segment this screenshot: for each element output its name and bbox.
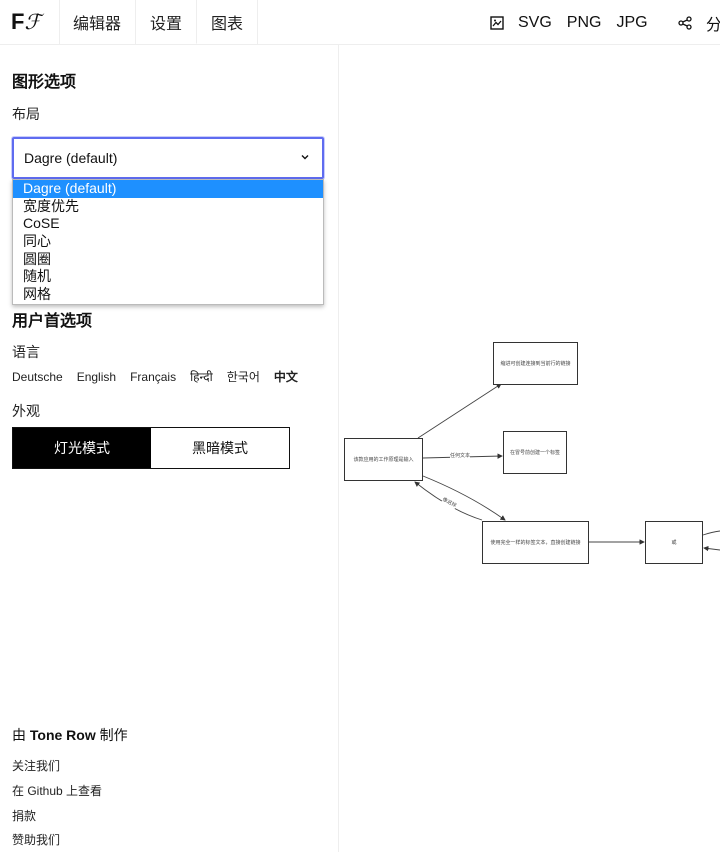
tab-settings-label: 设置 [150,15,183,33]
layout-option-random[interactable]: 随机 [13,268,323,286]
language-label: 语言 [12,344,40,360]
layout-select-value: Dagre (default) [24,150,118,166]
graph-node[interactable]: 该款应用的工作原理是输入 [344,438,423,481]
layout-option-breadthfirst[interactable]: 宽度优先 [13,198,323,216]
graph-canvas[interactable]: 该款应用的工作原理是输入 缩进可创建连接到当前行的链接 在冒号前创建一个标签 使… [340,45,720,852]
share-label: 分 [706,16,720,34]
layout-label: 布局 [12,106,40,122]
graph-options-title: 图形选项 [12,74,77,91]
export-png-button[interactable]: PNG [567,14,602,32]
edge-in-n5 [703,545,720,552]
appearance-toggle: 灯光模式 黑暗模式 [12,427,290,469]
app-logo[interactable]: Fℱ [0,0,60,44]
light-mode-button[interactable]: 灯光模式 [13,428,151,468]
dark-mode-button[interactable]: 黑暗模式 [151,428,289,468]
donate-link[interactable]: 捐款 [12,807,36,824]
user-prefs-title: 用户首选项 [12,313,93,330]
export-group: SVG PNG JPG [490,0,663,45]
lang-english[interactable]: English [77,370,116,384]
appearance-label: 外观 [12,403,40,419]
language-list: Deutsche English Français हिन्दी 한국어 中文 [12,368,312,385]
layout-option-concentric[interactable]: 同心 [13,233,323,251]
layout-option-circle[interactable]: 圆圈 [13,251,323,269]
lang-german[interactable]: Deutsche [12,370,63,384]
layout-option-grid[interactable]: 网格 [13,286,323,304]
follow-us-link[interactable]: 关注我们 [12,757,60,774]
made-by-prefix: 由 [12,727,26,743]
graph-node[interactable]: 缩进可创建连接到当前行的链接 [493,342,578,385]
tab-charts-label: 图表 [211,16,244,33]
share-button[interactable]: 分 [678,0,720,45]
lang-korean[interactable]: 한국어 [227,368,260,385]
tab-editor[interactable]: 编辑器 [60,0,137,44]
made-by-suffix: 制作 [99,727,128,743]
made-by: 由 Tone Row 制作 [12,725,128,745]
tab-settings[interactable]: 设置 [136,0,198,44]
sponsor-link[interactable]: 赞助我们 [12,831,60,848]
edge-label: 任何文本 [450,452,471,459]
layout-dropdown: Dagre (default) 宽度优先 CoSE 同心 圆圈 随机 网格 [12,179,324,305]
logo-script: ℱ [24,10,41,34]
export-jpg-button[interactable]: JPG [616,14,647,32]
lang-chinese[interactable]: 中文 [274,368,298,385]
lang-french[interactable]: Français [130,370,176,384]
made-by-name[interactable]: Tone Row [30,727,96,743]
layout-option-dagre[interactable]: Dagre (default) [13,180,323,198]
graph-node[interactable]: 在冒号前创建一个标签 [503,431,567,474]
layout-option-cose[interactable]: CoSE [13,215,323,233]
tab-editor-label: 编辑器 [73,16,122,33]
edge-n1-n2 [417,383,502,439]
tab-charts[interactable]: 图表 [197,0,259,44]
layout-select[interactable]: Dagre (default) [12,137,324,179]
github-link[interactable]: 在 Github 上查看 [12,782,102,799]
export-svg-button[interactable]: SVG [518,14,552,32]
edge-n5-out [702,530,720,536]
graph-node[interactable]: 或 [645,521,703,564]
image-icon [490,15,504,30]
chevron-down-icon [301,155,309,160]
graph-node[interactable]: 使用完全一样的标签文本，直接创建链接 [482,521,589,564]
settings-sidebar: 图形选项 布局 Dagre (default) Dagre (default) … [0,45,339,852]
share-icon [678,15,692,30]
logo-bold: F [11,9,25,34]
lang-hindi[interactable]: हिन्दी [190,368,213,385]
